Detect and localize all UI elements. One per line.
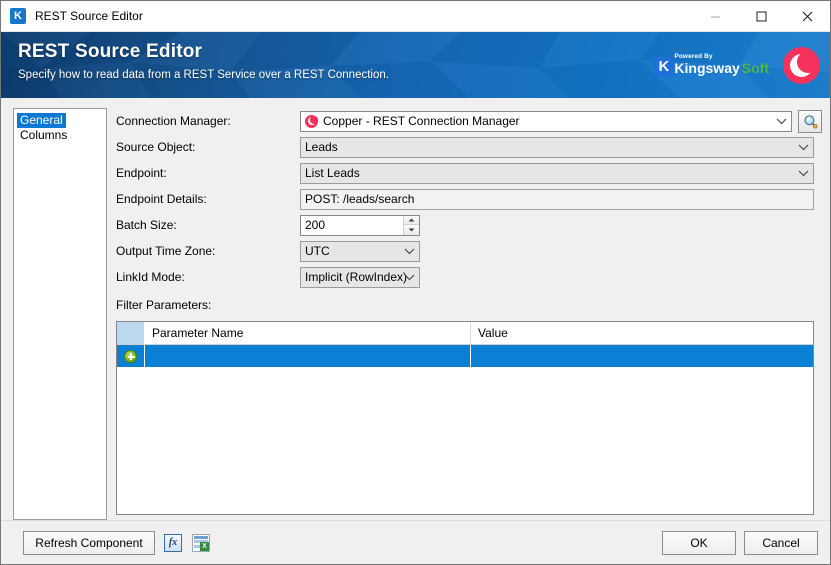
window-title: REST Source Editor (35, 9, 143, 23)
page-navigation-list[interactable]: General Columns (13, 108, 107, 520)
dialog-body: General Columns Connection Manager: Copp… (1, 98, 830, 520)
output-time-zone-label: Output Time Zone: (116, 244, 216, 258)
header-banner: REST Source Editor Specify how to read d… (1, 32, 830, 98)
endpoint-value: List Leads (305, 166, 360, 180)
kingswaysoft-logo: K Powered By Kingsway Soft (654, 53, 769, 76)
banner-text-block: REST Source Editor Specify how to read d… (18, 38, 389, 84)
title-bar: K REST Source Editor (1, 1, 830, 32)
filter-parameters-label: Filter Parameters: (116, 298, 212, 312)
sidebar-item-columns[interactable]: Columns (17, 128, 103, 143)
connection-manager-row: Connection Manager: Copper - REST Connec… (116, 108, 822, 134)
batch-size-value: 200 (305, 218, 326, 232)
spinner-down-icon[interactable] (404, 225, 419, 235)
linkid-mode-row: LinkId Mode: Implicit (RowIndex) (116, 264, 822, 290)
banner-title: REST Source Editor (18, 41, 203, 62)
batch-size-spin-buttons[interactable] (403, 215, 419, 235)
soft-text: Soft (741, 59, 769, 76)
chevron-down-icon (776, 112, 787, 131)
linkid-mode-value: Implicit (RowIndex) (305, 270, 408, 284)
cancel-button[interactable]: Cancel (744, 530, 818, 555)
chevron-down-icon (798, 138, 809, 157)
fx-expression-icon[interactable]: fx (163, 533, 183, 553)
spreadsheet-badge: X (200, 541, 209, 551)
source-object-label: Source Object: (116, 140, 196, 154)
kingswaysoft-k-badge-icon: K (654, 57, 674, 76)
connection-manager-value: Copper - REST Connection Manager (323, 114, 520, 128)
minimize-icon[interactable] (692, 1, 738, 32)
copper-logo-icon (783, 46, 820, 84)
linkid-mode-combobox[interactable]: Implicit (RowIndex) (300, 266, 420, 288)
grid-row-header[interactable] (117, 345, 145, 367)
kingswaysoft-k-icon: K (10, 8, 26, 24)
close-icon[interactable] (784, 1, 830, 32)
brand-area: K Powered By Kingsway Soft (654, 32, 820, 98)
dialog-footer: Refresh Component fx X OK Cancel (1, 520, 830, 564)
magnifier-icon (803, 114, 817, 128)
chevron-down-icon (404, 268, 415, 287)
sidebar-item-columns-label: Columns (20, 128, 68, 142)
batch-size-stepper[interactable]: 200 (300, 214, 420, 236)
filter-parameters-row: Filter Parameters: (116, 292, 822, 318)
cell-value[interactable] (471, 345, 813, 367)
add-row-icon[interactable] (124, 349, 137, 363)
output-time-zone-row: Output Time Zone: UTC (116, 238, 822, 264)
endpoint-details-row: Endpoint Details: POST: /leads/search (116, 186, 822, 212)
source-object-value: Leads (305, 140, 338, 154)
maximize-icon[interactable] (738, 1, 784, 32)
endpoint-details-field: POST: /leads/search (300, 188, 814, 210)
grid-header-row: Parameter Name Value (117, 322, 813, 345)
batch-size-row: Batch Size: 200 (116, 212, 822, 238)
sidebar-item-general[interactable]: General (17, 113, 103, 128)
spinner-up-icon[interactable] (404, 215, 419, 225)
spreadsheet-glyph: X (192, 533, 210, 552)
source-object-combobox[interactable]: Leads (300, 136, 814, 158)
fx-expression-glyph: fx (164, 533, 182, 552)
chevron-down-icon (404, 242, 415, 261)
kingswaysoft-name: Kingsway Soft (674, 61, 769, 75)
filter-parameters-grid[interactable]: Parameter Name Value (116, 321, 814, 515)
output-time-zone-value: UTC (305, 244, 330, 258)
rest-source-editor-window: K REST Source Editor REST Source Editor … (0, 0, 831, 565)
source-object-row: Source Object: Leads (116, 134, 822, 160)
banner-subtitle: Specify how to read data from a REST Ser… (18, 69, 389, 81)
connection-manager-combobox[interactable]: Copper - REST Connection Manager (300, 110, 792, 132)
kingsway-text: Kingsway (674, 59, 740, 76)
refresh-component-button[interactable]: Refresh Component (23, 530, 155, 555)
browse-connection-button[interactable] (798, 109, 822, 133)
endpoint-row: Endpoint: List Leads (116, 160, 822, 186)
linkid-mode-label: LinkId Mode: (116, 270, 185, 284)
chevron-down-icon (798, 164, 809, 183)
kingswaysoft-wordmark: Powered By Kingsway Soft (674, 53, 769, 75)
table-row[interactable] (117, 345, 813, 367)
connection-manager-label: Connection Manager: (116, 114, 231, 128)
endpoint-label: Endpoint: (116, 166, 167, 180)
output-time-zone-combobox[interactable]: UTC (300, 240, 420, 262)
column-header-parameter-name[interactable]: Parameter Name (145, 322, 471, 344)
ok-button[interactable]: OK (662, 530, 736, 555)
copper-logo-icon (305, 114, 318, 128)
spreadsheet-icon[interactable]: X (191, 533, 211, 553)
endpoint-details-value: POST: /leads/search (305, 192, 415, 206)
endpoint-combobox[interactable]: List Leads (300, 162, 814, 184)
batch-size-label: Batch Size: (116, 218, 177, 232)
endpoint-details-label: Endpoint Details: (116, 192, 207, 206)
cell-parameter-name[interactable] (145, 345, 471, 367)
column-header-value[interactable]: Value (471, 322, 813, 344)
general-page-form: Connection Manager: Copper - REST Connec… (116, 108, 822, 520)
grid-corner-header (117, 322, 145, 344)
sidebar-item-general-label: General (17, 113, 66, 128)
window-controls (692, 1, 830, 32)
